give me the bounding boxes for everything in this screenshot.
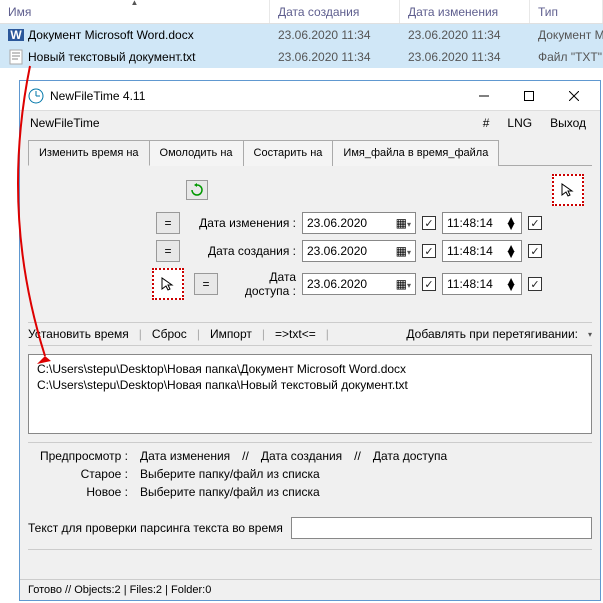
file-type: Документ Micros xyxy=(530,26,603,44)
label-modified: Дата изменения : xyxy=(186,216,296,230)
preview-label: Предпросмотр : xyxy=(28,449,128,463)
eq-button-created[interactable]: = xyxy=(156,240,180,262)
preview-section: Предпросмотр : Дата изменения // Дата со… xyxy=(28,442,592,503)
old-label: Старое : xyxy=(28,467,128,481)
tab-set-time[interactable]: Изменить время на xyxy=(28,140,150,166)
file-name: Документ Microsoft Word.docx xyxy=(28,28,194,42)
chevron-down-icon[interactable]: ▾ xyxy=(588,330,592,339)
list-item[interactable]: Новый текстовый документ.txt 23.06.2020 … xyxy=(0,46,603,68)
tab-filename-time[interactable]: Имя_файла в время_файла xyxy=(332,140,499,166)
time-input-accessed[interactable]: 11:48:14 ▲▼ xyxy=(442,273,522,295)
file-created: 23.06.2020 11:34 xyxy=(270,26,400,44)
calendar-icon: ▦▾ xyxy=(396,216,411,230)
file-type: Файл "TXT" xyxy=(530,48,603,66)
menu-exit[interactable]: Выход xyxy=(546,114,590,132)
col-name[interactable]: ▲ Имя xyxy=(0,0,270,23)
explorer-listview: ▲ Имя Дата создания Дата изменения Тип W… xyxy=(0,0,603,68)
preview-modified: Дата изменения xyxy=(140,449,230,463)
date-input-created[interactable]: 23.06.2020 ▦▾ xyxy=(302,240,416,262)
spinner-icon: ▲▼ xyxy=(505,278,517,290)
set-time-button[interactable]: Установить время xyxy=(28,327,129,341)
sort-indicator-icon: ▲ xyxy=(131,0,139,7)
checkbox-created-date[interactable]: ✓ xyxy=(422,244,436,258)
row-modified: = Дата изменения : 23.06.2020 ▦▾ ✓ 11:48… xyxy=(32,212,588,234)
parse-input[interactable] xyxy=(291,517,592,539)
preview-accessed: Дата доступа xyxy=(373,449,447,463)
old-value: Выберите папку/файл из списка xyxy=(140,467,320,481)
label-accessed: Дата доступа : xyxy=(224,270,296,298)
checkbox-created-time[interactable]: ✓ xyxy=(528,244,542,258)
svg-text:W: W xyxy=(10,28,22,42)
listview-header: ▲ Имя Дата создания Дата изменения Тип xyxy=(0,0,603,24)
file-path-item[interactable]: C:\Users\stepu\Desktop\Новая папка\Новый… xyxy=(37,377,583,393)
word-file-icon: W xyxy=(8,27,24,43)
file-path-item[interactable]: C:\Users\stepu\Desktop\Новая папка\Докум… xyxy=(37,361,583,377)
parse-row: Текст для проверки парсинга текста во вр… xyxy=(28,517,592,539)
list-item[interactable]: W Документ Microsoft Word.docx 23.06.202… xyxy=(0,24,603,46)
file-modified: 23.06.2020 11:34 xyxy=(400,48,530,66)
app-icon xyxy=(28,88,44,104)
time-input-created[interactable]: 11:48:14 ▲▼ xyxy=(442,240,522,262)
row-accessed: = Дата доступа : 23.06.2020 ▦▾ ✓ 11:48:1… xyxy=(32,268,588,300)
menu-hash[interactable]: # xyxy=(479,114,494,132)
refresh-button[interactable] xyxy=(186,180,208,200)
date-input-accessed[interactable]: 23.06.2020 ▦▾ xyxy=(302,273,416,295)
eq-button-modified[interactable]: = xyxy=(156,212,180,234)
preview-created: Дата создания xyxy=(261,449,342,463)
maximize-button[interactable] xyxy=(506,82,551,110)
file-name: Новый текстовый документ.txt xyxy=(28,50,196,64)
tab-content: = Дата изменения : 23.06.2020 ▦▾ ✓ 11:48… xyxy=(28,166,592,314)
titlebar[interactable]: NewFileTime 4.11 xyxy=(20,81,600,111)
menubar: NewFileTime # LNG Выход xyxy=(20,111,600,135)
status-bar: Готово // Objects:2 | Files:2 | Folder:0 xyxy=(20,579,600,600)
col-modified[interactable]: Дата изменения xyxy=(400,0,530,23)
new-label: Новое : xyxy=(28,485,128,499)
cursor-icon xyxy=(559,181,577,199)
action-bar: Установить время | Сброс | Импорт | =>tx… xyxy=(28,322,592,346)
label-created: Дата создания : xyxy=(186,244,296,258)
file-modified: 23.06.2020 11:34 xyxy=(400,26,530,44)
menu-lng[interactable]: LNG xyxy=(503,114,536,132)
col-created[interactable]: Дата создания xyxy=(270,0,400,23)
col-type[interactable]: Тип xyxy=(530,0,603,23)
col-name-label: Имя xyxy=(8,5,31,19)
tabstrip: Изменить время на Омолодить на Состарить… xyxy=(28,139,592,166)
spinner-icon: ▲▼ xyxy=(505,245,517,257)
txt-file-icon xyxy=(8,49,24,65)
tab-younger[interactable]: Омолодить на xyxy=(149,140,244,166)
reset-button[interactable]: Сброс xyxy=(152,327,187,341)
checkbox-modified-time[interactable]: ✓ xyxy=(528,216,542,230)
parse-label: Текст для проверки парсинга текста во вр… xyxy=(28,521,283,535)
brand-label[interactable]: NewFileTime xyxy=(30,116,469,130)
time-input-modified[interactable]: 11:48:14 ▲▼ xyxy=(442,212,522,234)
txt-button[interactable]: =>txt<= xyxy=(275,327,316,341)
spinner-icon: ▲▼ xyxy=(505,217,517,229)
date-input-modified[interactable]: 23.06.2020 ▦▾ xyxy=(302,212,416,234)
calendar-icon: ▦▾ xyxy=(396,244,411,258)
checkbox-accessed-date[interactable]: ✓ xyxy=(422,277,436,291)
refresh-icon xyxy=(190,183,204,197)
file-created: 23.06.2020 11:34 xyxy=(270,48,400,66)
picker-button-top[interactable] xyxy=(552,174,584,206)
calendar-icon: ▦▾ xyxy=(396,277,411,291)
checkbox-modified-date[interactable]: ✓ xyxy=(422,216,436,230)
row-created: = Дата создания : 23.06.2020 ▦▾ ✓ 11:48:… xyxy=(32,240,588,262)
tab-older[interactable]: Состарить на xyxy=(243,140,334,166)
new-value: Выберите папку/файл из списка xyxy=(140,485,320,499)
drag-mode-label[interactable]: Добавлять при перетягивании: xyxy=(406,327,578,341)
checkbox-accessed-time[interactable]: ✓ xyxy=(528,277,542,291)
minimize-button[interactable] xyxy=(461,82,506,110)
window-title: NewFileTime 4.11 xyxy=(50,89,461,103)
newfiletime-window: NewFileTime 4.11 NewFileTime # LNG Выход… xyxy=(19,80,601,601)
file-list-box[interactable]: C:\Users\stepu\Desktop\Новая папка\Докум… xyxy=(28,354,592,434)
eq-button-accessed[interactable]: = xyxy=(194,273,218,295)
cursor-icon xyxy=(159,275,177,293)
picker-button-left[interactable] xyxy=(152,268,184,300)
import-button[interactable]: Импорт xyxy=(210,327,252,341)
close-button[interactable] xyxy=(551,82,596,110)
